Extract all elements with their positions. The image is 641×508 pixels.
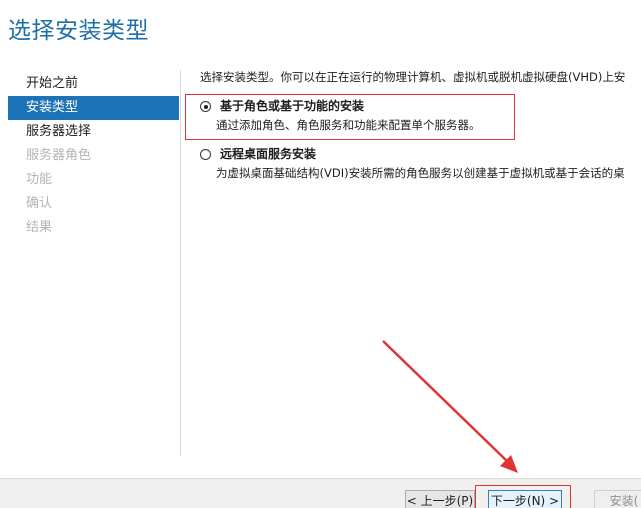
annotation-arrow-icon	[382, 340, 518, 473]
install-type-page: 选择安装类型 开始之前 安装类型 服务器选择 服务器角色 功能 确认 结果 选择…	[0, 0, 641, 508]
annotation-highlight-next	[475, 485, 571, 508]
install-button: 安装(	[594, 490, 641, 508]
previous-button[interactable]: < 上一步(P)	[405, 490, 475, 508]
